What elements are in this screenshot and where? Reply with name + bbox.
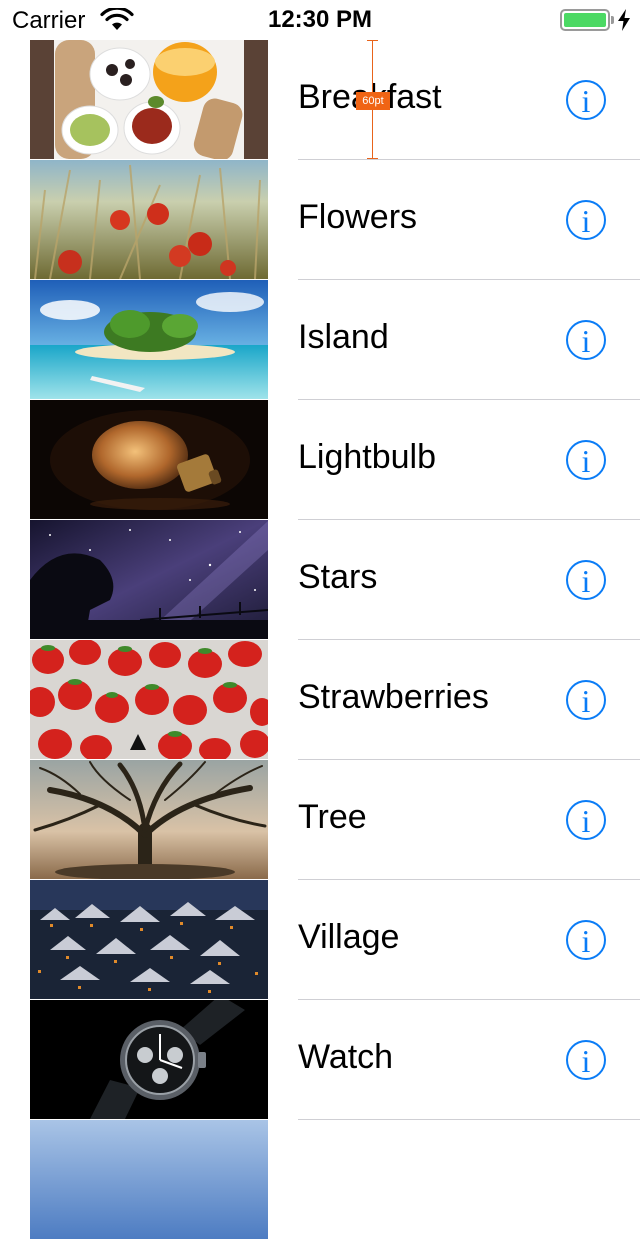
table-row-stars[interactable]: Stars i	[0, 520, 640, 640]
table-row-strawberries[interactable]: Strawberries i	[0, 640, 640, 760]
row-title: Strawberries	[298, 678, 489, 716]
row-title: Village	[298, 918, 400, 956]
row-title: Tree	[298, 798, 367, 836]
island-thumbnail	[30, 280, 268, 399]
info-icon: i	[581, 923, 591, 959]
table-row-watch[interactable]: Watch i	[0, 1000, 640, 1120]
table-row-lightbulb[interactable]: Lightbulb i	[0, 400, 640, 520]
battery-level	[564, 13, 606, 27]
info-button[interactable]: i	[566, 1040, 606, 1080]
info-button[interactable]: i	[566, 200, 606, 240]
info-icon: i	[581, 683, 591, 719]
partial-thumbnail	[30, 1120, 268, 1239]
watch-thumbnail	[30, 1000, 268, 1119]
info-icon: i	[581, 803, 591, 839]
status-time: 12:30 PM	[267, 6, 373, 33]
table-row-flowers[interactable]: Flowers i	[0, 160, 640, 280]
charging-bolt-icon	[618, 9, 630, 31]
info-button[interactable]: i	[566, 680, 606, 720]
strawberries-thumbnail	[30, 640, 268, 759]
info-icon: i	[581, 83, 591, 119]
info-icon: i	[581, 323, 591, 359]
status-bar: Carrier 12:30 PM	[0, 0, 640, 40]
village-thumbnail	[30, 880, 268, 999]
table-row-island[interactable]: Island i	[0, 280, 640, 400]
table-row-village[interactable]: Village i	[0, 880, 640, 1000]
info-button[interactable]: i	[566, 80, 606, 120]
info-icon: i	[581, 443, 591, 479]
table-row-breakfast[interactable]: Breakfast i	[0, 40, 640, 160]
row-title: Island	[298, 318, 389, 356]
table-row-partial[interactable]	[0, 1120, 640, 1240]
info-button[interactable]: i	[566, 440, 606, 480]
row-title: Stars	[298, 558, 378, 596]
row-title: Watch	[298, 1038, 394, 1076]
flowers-thumbnail	[30, 160, 268, 279]
row-title: Flowers	[298, 198, 418, 236]
stars-thumbnail	[30, 520, 268, 639]
measure-cap-bottom	[367, 158, 378, 159]
info-button[interactable]: i	[566, 560, 606, 600]
info-icon: i	[581, 1043, 591, 1079]
battery-cap	[611, 16, 614, 24]
lightbulb-thumbnail	[30, 400, 268, 519]
photo-table[interactable]: Breakfast i Flowers i	[0, 40, 640, 1239]
info-button[interactable]: i	[566, 800, 606, 840]
row-title: Lightbulb	[298, 438, 437, 476]
measure-label: 60pt	[356, 92, 390, 110]
info-icon: i	[581, 203, 591, 239]
table-row-tree[interactable]: Tree i	[0, 760, 640, 880]
battery-icon	[560, 9, 610, 31]
info-button[interactable]: i	[566, 320, 606, 360]
info-button[interactable]: i	[566, 920, 606, 960]
breakfast-thumbnail	[30, 40, 268, 159]
info-icon: i	[581, 563, 591, 599]
tree-thumbnail	[30, 760, 268, 879]
